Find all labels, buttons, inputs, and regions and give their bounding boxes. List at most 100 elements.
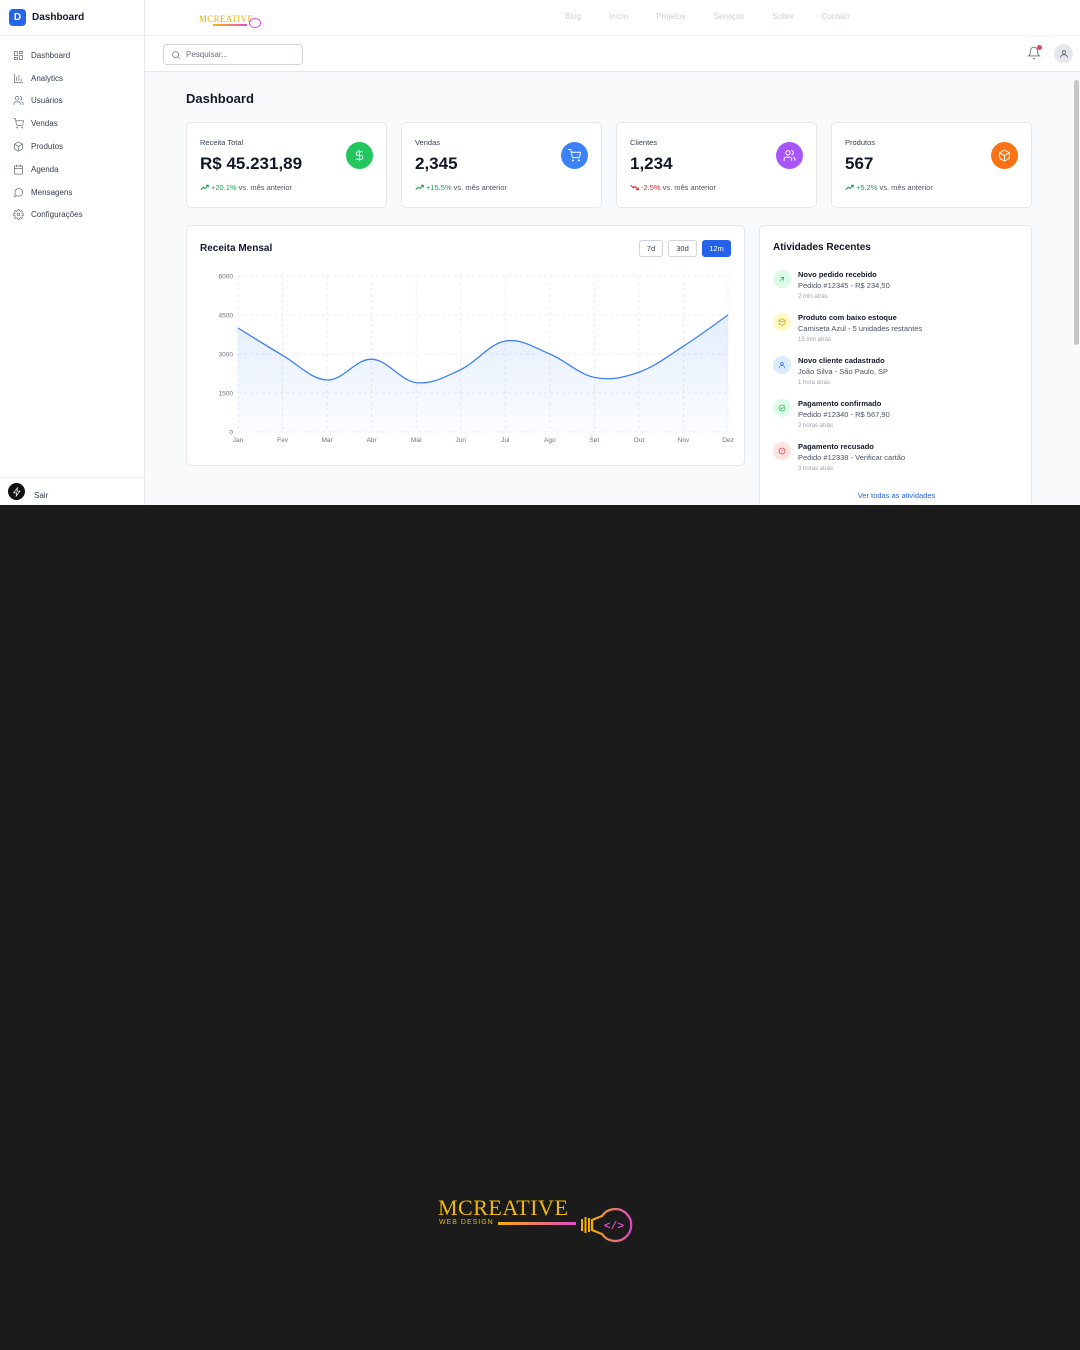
sidebar-brand[interactable]: D Dashboard xyxy=(0,0,144,36)
top-nav-servicos[interactable]: Serviços xyxy=(714,12,745,21)
activity-item[interactable]: Pagamento confirmado Pedido #12340 - R$ … xyxy=(773,399,1023,439)
sidebar: D Dashboard Dashboard Analytics Usuários… xyxy=(0,0,145,505)
stat-change-suffix: vs. mês anterior xyxy=(238,183,293,192)
chart-title: Receita Mensal xyxy=(200,243,273,254)
sidebar-item-dashboard[interactable]: Dashboard xyxy=(0,44,144,67)
activity-title: Atividades Recentes xyxy=(773,242,871,253)
activity-item[interactable]: Produto com baixo estoque Camiseta Azul … xyxy=(773,313,1023,353)
activity-item-desc: Pedido #12340 - R$ 567,90 xyxy=(798,410,890,419)
users-icon xyxy=(776,142,803,169)
activity-item-desc: Camiseta Azul - 5 unidades restantes xyxy=(798,324,923,333)
activity-item-title: Pagamento recusado xyxy=(798,442,874,451)
top-nav: Blog Início Projetos Serviços Sobre Cont… xyxy=(565,12,878,21)
sidebar-item-usuarios[interactable]: Usuários xyxy=(0,90,144,113)
activity-item-desc: Pedido #12345 - R$ 234,50 xyxy=(798,281,890,290)
logout-button[interactable]: Sair xyxy=(0,477,145,505)
app-title: Dashboard xyxy=(32,12,85,23)
stat-change-suffix: vs. mês anterior xyxy=(662,183,716,192)
trend-up-icon xyxy=(415,184,424,191)
arrow-up-right-icon xyxy=(773,270,791,288)
stat-card-vendas: Vendas 2,345 +15.5% vs. mês anterior xyxy=(401,122,602,208)
search-icon xyxy=(172,50,181,59)
stat-change: +5.2% vs. mês anterior xyxy=(845,183,933,192)
notifications-button[interactable] xyxy=(1027,45,1042,60)
stat-change: -2.5% vs. mês anterior xyxy=(630,183,716,192)
activity-item-title: Novo cliente cadastrado xyxy=(798,356,885,365)
stat-value: R$ 45.231,89 xyxy=(200,154,303,173)
revenue-chart-card: Receita Mensal 7d 30d 12m 0 1500 3000 4500 6… xyxy=(186,225,745,466)
bolt-icon[interactable] xyxy=(8,483,25,500)
cart-icon xyxy=(13,118,24,129)
brand-logo-text: MCREATIVE xyxy=(199,14,254,24)
sidebar-item-vendas[interactable]: Vendas xyxy=(0,112,144,135)
activity-item[interactable]: Novo cliente cadastrado João Silva - São… xyxy=(773,356,1023,396)
stat-label: Receita Total xyxy=(200,138,244,147)
stat-card-receita: Receita Total R$ 45.231,89 +20.1% vs. mê… xyxy=(186,122,387,208)
x-tick-label: Jun xyxy=(455,437,466,444)
activity-item-title: Novo pedido recebido xyxy=(798,270,877,279)
user-avatar[interactable] xyxy=(1054,44,1073,63)
revenue-area-fill xyxy=(238,315,728,432)
bar-chart-icon xyxy=(14,73,23,83)
sidebar-item-analytics[interactable]: Analytics xyxy=(0,67,144,90)
x-tick-label: Ago xyxy=(544,437,556,444)
activity-item[interactable]: Pagamento recusado Pedido #12338 - Verif… xyxy=(773,442,1023,482)
settings-icon xyxy=(13,209,24,221)
revenue-area-chart: 0 1500 3000 4500 6000 Jan Fev Mar Abr Mai Jun Jul Ag… xyxy=(219,274,734,445)
top-nav-sobre[interactable]: Sobre xyxy=(772,12,793,21)
stat-change-value: +5.2% xyxy=(856,183,878,192)
app-logo: D xyxy=(9,9,26,26)
top-nav-contato[interactable]: Contato xyxy=(822,12,850,21)
x-tick-label: Set xyxy=(589,437,599,444)
view-all-activities-link[interactable]: Ver todas as atividades xyxy=(760,491,1033,500)
brand-tagline: WEB DESIGN xyxy=(439,1219,494,1226)
brand-logo-line xyxy=(213,24,248,26)
user-icon xyxy=(1059,49,1068,58)
stat-value: 567 xyxy=(845,154,874,173)
sidebar-item-label: Vendas xyxy=(31,119,58,129)
top-nav-inicio[interactable]: Início xyxy=(609,12,628,21)
x-tick-label: Mar xyxy=(321,437,333,444)
sidebar-item-configuracoes[interactable]: Configurações xyxy=(0,204,144,227)
brand-line xyxy=(498,1222,576,1225)
top-nav-blog[interactable]: Blog xyxy=(565,12,581,21)
scrollbar[interactable] xyxy=(1074,80,1079,345)
x-tick-label: Jan xyxy=(233,437,244,444)
y-tick-label: 4500 xyxy=(219,313,234,320)
y-tick-label: 3000 xyxy=(219,352,234,359)
sidebar-item-label: Agenda xyxy=(31,164,59,174)
y-tick-label: 6000 xyxy=(219,274,234,281)
stat-change-suffix: vs. mês anterior xyxy=(879,183,933,192)
calendar-icon xyxy=(14,164,23,175)
activity-item-time: 3 horas atrás xyxy=(798,466,834,472)
box-icon xyxy=(773,313,791,331)
bulb-icon xyxy=(249,18,262,28)
search-input[interactable] xyxy=(186,50,296,59)
stat-change-value: +15.5% xyxy=(426,183,452,192)
sidebar-item-label: Mensagens xyxy=(31,187,73,197)
stat-label: Produtos xyxy=(845,138,876,147)
x-tick-label: Mai xyxy=(411,437,421,444)
range-7d-button[interactable]: 7d xyxy=(639,240,663,257)
stat-change: +20.1% vs. mês anterior xyxy=(200,183,292,192)
alert-circle-icon xyxy=(773,442,791,460)
stat-label: Clientes xyxy=(630,138,658,147)
top-nav-projetos[interactable]: Projetos xyxy=(656,12,685,21)
range-12m-button[interactable]: 12m xyxy=(702,240,731,257)
activity-item-desc: João Silva - São Paulo, SP xyxy=(798,367,889,376)
sidebar-item-agenda[interactable]: Agenda xyxy=(0,158,144,181)
sidebar-item-produtos[interactable]: Produtos xyxy=(0,135,144,158)
range-30d-button[interactable]: 30d xyxy=(668,240,697,257)
brand-logo: MCREATIVE WEB DESIGN </> xyxy=(438,1195,643,1245)
activity-item[interactable]: Novo pedido recebido Pedido #12345 - R$ … xyxy=(773,270,1023,310)
sidebar-item-label: Configurações xyxy=(31,210,83,220)
trend-up-icon xyxy=(845,184,854,191)
dollar-icon xyxy=(346,142,373,169)
search-box[interactable] xyxy=(163,44,303,65)
sidebar-item-label: Usuários xyxy=(31,96,63,106)
brand-logo-small[interactable]: MCREATIVE xyxy=(199,10,262,28)
page-title: Dashboard xyxy=(186,91,254,106)
sidebar-item-mensagens[interactable]: Mensagens xyxy=(0,181,144,204)
stat-change-value: -2.5% xyxy=(641,183,661,192)
logout-label: Sair xyxy=(34,491,49,500)
